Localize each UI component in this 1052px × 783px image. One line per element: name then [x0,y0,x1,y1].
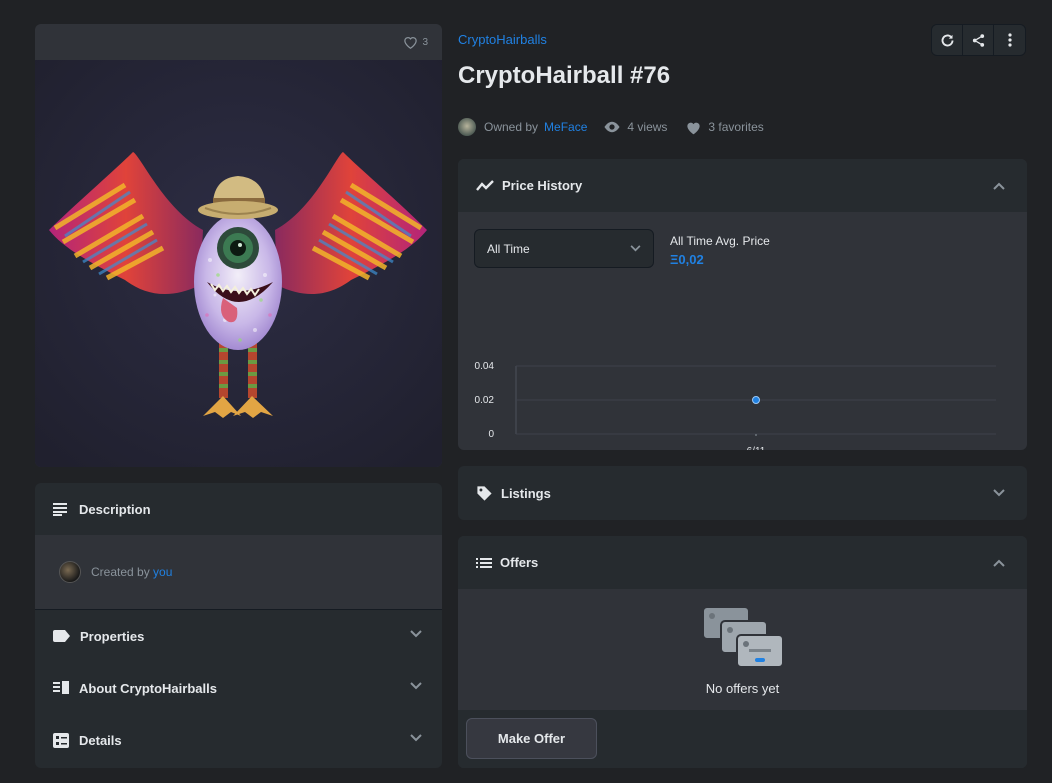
list-lines-icon [476,557,492,569]
x-tick-label: 6/11 [747,446,766,450]
asset-actions [931,24,1026,56]
listings-panel: Listings [458,466,1027,520]
owned-by-prefix: Owned by [484,120,539,134]
price-history-chart: 0.04 0.02 0 6/11 [475,361,996,450]
y-tick-label: 0 [488,429,494,440]
heart-icon[interactable] [403,35,418,49]
listings-header[interactable]: Listings [458,466,1027,520]
description-header[interactable]: Description [35,483,442,535]
heart-filled-icon [685,120,702,135]
favorites-count: 3 favorites [708,120,764,134]
chevron-down-icon[interactable] [993,489,1005,497]
tag-label-icon [53,630,70,642]
creator-link[interactable]: you [153,565,172,579]
details-header[interactable]: Details [35,714,442,766]
offers-footer: Make Offer [458,710,1027,768]
created-by-prefix: Created by [91,565,150,579]
owner-link[interactable]: MeFace [544,120,587,134]
empty-offers-illustration-icon [701,605,785,669]
share-icon [971,33,986,48]
listings-label: Listings [501,485,551,501]
y-tick-label: 0.04 [475,361,495,372]
favorite-count: 3 [422,36,428,48]
price-history-panel: Price History All Time All Time Avg. Pri… [458,159,1027,450]
left-accordion: Description Created by you Properties Ab… [35,483,442,768]
nft-artwork[interactable] [35,60,442,467]
chevron-up-icon[interactable] [993,559,1005,567]
offers-empty-state: No offers yet [458,589,1027,711]
collection-link[interactable]: CryptoHairballs [458,32,547,47]
eye-icon [603,121,621,133]
properties-label: Properties [80,628,145,644]
chevron-up-icon[interactable] [993,182,1005,190]
text-lines-icon [53,502,69,516]
asset-title: CryptoHairball #76 [458,62,671,89]
owner-avatar[interactable] [458,118,476,136]
offers-header[interactable]: Offers [458,536,1027,589]
chevron-down-icon[interactable] [410,734,422,742]
refresh-icon [940,33,955,48]
price-history-body: All Time All Time Avg. Price Ξ0,02 0.04 0… [458,212,1027,450]
asset-image-card: 3 [35,24,442,467]
about-header[interactable]: About CryptoHairballs [35,662,442,714]
chevron-down-icon [630,245,641,252]
creator-avatar[interactable] [59,561,81,583]
vertical-split-icon [53,681,69,695]
list-details-icon [53,732,69,748]
price-tag-icon [476,485,493,502]
y-tick-label: 0.02 [475,395,495,406]
about-label: About CryptoHairballs [79,680,217,696]
more-options-button[interactable] [994,25,1025,55]
time-range-select[interactable]: All Time [474,229,654,268]
offers-panel: Offers No offers yet Make Offer [458,536,1027,768]
asset-meta: Owned by MeFace 4 views 3 favorites [458,118,764,136]
no-offers-text: No offers yet [705,680,780,696]
time-range-value: All Time [487,241,530,256]
trend-line-icon [476,179,494,192]
image-card-topbar: 3 [35,24,442,60]
description-body: Created by you [35,535,442,609]
avg-price-label: All Time Avg. Price [670,234,770,248]
views-count: 4 views [627,120,668,134]
offers-label: Offers [500,555,539,570]
data-point[interactable] [752,396,760,404]
description-label: Description [79,501,151,517]
price-history-header[interactable]: Price History [458,159,1027,212]
avg-price-value: Ξ0,02 [670,252,704,267]
chevron-down-icon[interactable] [410,682,422,690]
details-label: Details [79,732,122,748]
share-button[interactable] [963,25,994,55]
make-offer-button[interactable]: Make Offer [466,718,597,759]
price-history-label: Price History [502,178,583,193]
properties-header[interactable]: Properties [35,610,442,662]
chevron-down-icon[interactable] [410,630,422,638]
more-vertical-icon [1007,33,1012,47]
refresh-button[interactable] [932,25,963,55]
